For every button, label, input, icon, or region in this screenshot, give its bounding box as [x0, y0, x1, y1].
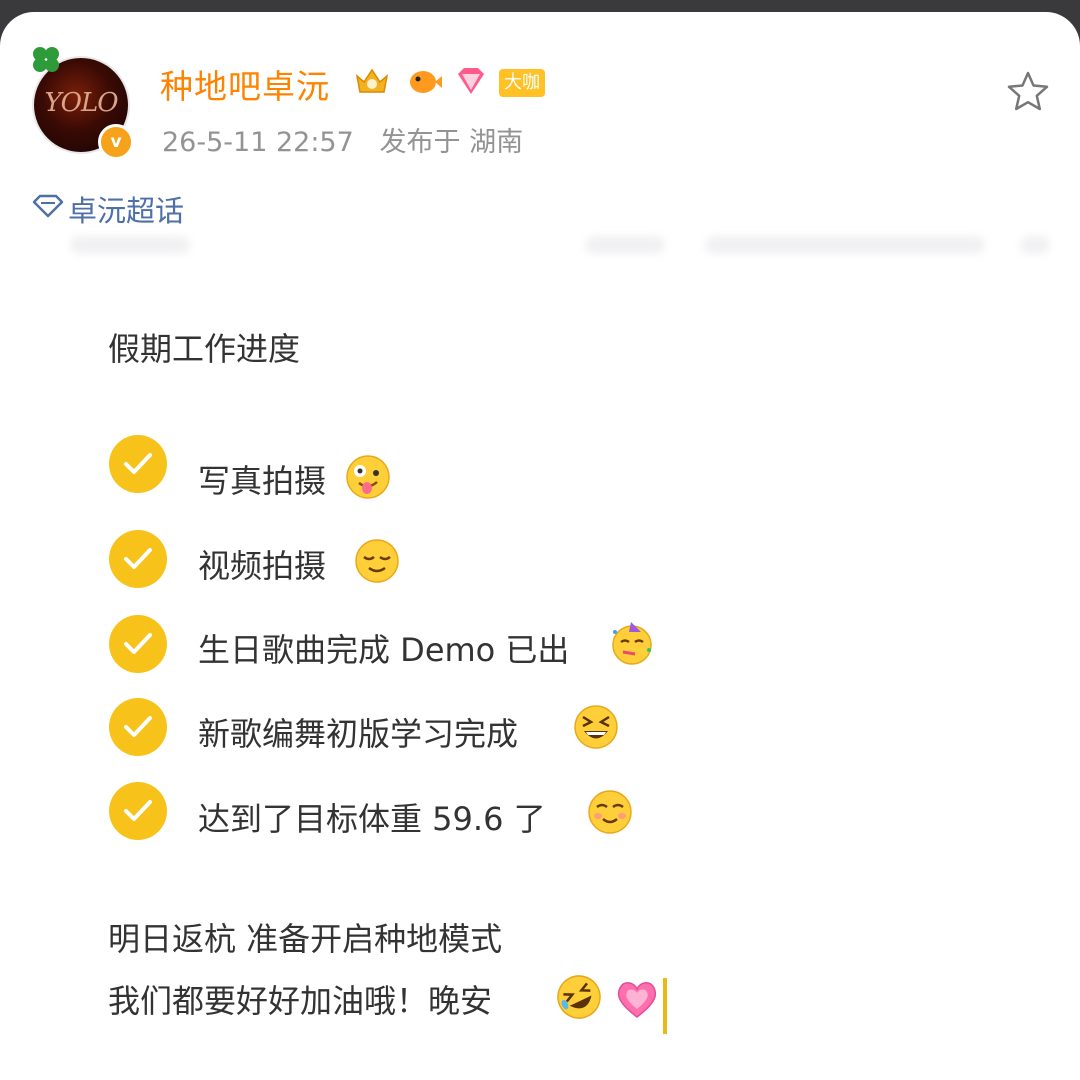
- post-title: 假期工作进度: [108, 330, 301, 368]
- blurred-content: [705, 236, 985, 254]
- post-meta: 26-5-11 22:57 发布于 湖南: [162, 120, 523, 159]
- crown-badge-icon[interactable]: [353, 64, 391, 98]
- pufferfish-badge-icon[interactable]: [405, 64, 443, 98]
- blurred-content: [1020, 236, 1050, 254]
- zany-face-icon: [346, 455, 390, 499]
- post-card: YOLO v 种地吧卓沅 大咖 26-5-11 22:57 发布于 湖南 卓沅超…: [0, 12, 1080, 1080]
- check-circle-icon: [109, 435, 167, 493]
- blurred-content: [585, 236, 665, 254]
- clover-icon: [33, 47, 59, 72]
- partying-face-icon: [612, 622, 652, 665]
- checklist-item: 达到了目标体重 59.6 了: [198, 800, 546, 838]
- grinning-squinting-face-icon: [574, 705, 618, 749]
- rolling-laughing-face-icon: [557, 975, 601, 1019]
- closing-line: 明日返杭 准备开启种地模式: [108, 920, 503, 958]
- post-timestamp: 26-5-11 22:57: [162, 127, 354, 158]
- smiling-face-icon: [588, 790, 632, 834]
- check-circle-icon: [109, 782, 167, 840]
- closing-line: 我们都要好好加油哦！晚安: [108, 982, 493, 1020]
- diamond-icon: [32, 194, 64, 218]
- verified-badge-icon: v: [98, 124, 134, 160]
- post-location: 发布于 湖南: [379, 127, 524, 158]
- text-cursor: [663, 978, 667, 1034]
- diamond-badge-icon[interactable]: [452, 64, 490, 98]
- avatar-text: YOLO: [44, 88, 118, 118]
- check-circle-icon: [109, 615, 167, 673]
- checklist-item: 新歌编舞初版学习完成: [198, 715, 519, 753]
- relieved-face-icon: [355, 539, 399, 583]
- checklist-item: 写真拍摄: [198, 462, 327, 500]
- vip-badge[interactable]: 大咖: [499, 69, 545, 97]
- username[interactable]: 种地吧卓沅: [160, 60, 330, 108]
- check-circle-icon: [109, 530, 167, 588]
- blurred-content: [70, 236, 190, 254]
- star-outline-icon[interactable]: [1006, 70, 1050, 112]
- topic-label: 卓沅超话: [68, 194, 185, 228]
- checklist-item: 生日歌曲完成 Demo 已出: [198, 631, 570, 669]
- checklist-item: 视频拍摄: [198, 547, 327, 585]
- growing-heart-icon: [617, 982, 657, 1018]
- check-circle-icon: [109, 698, 167, 756]
